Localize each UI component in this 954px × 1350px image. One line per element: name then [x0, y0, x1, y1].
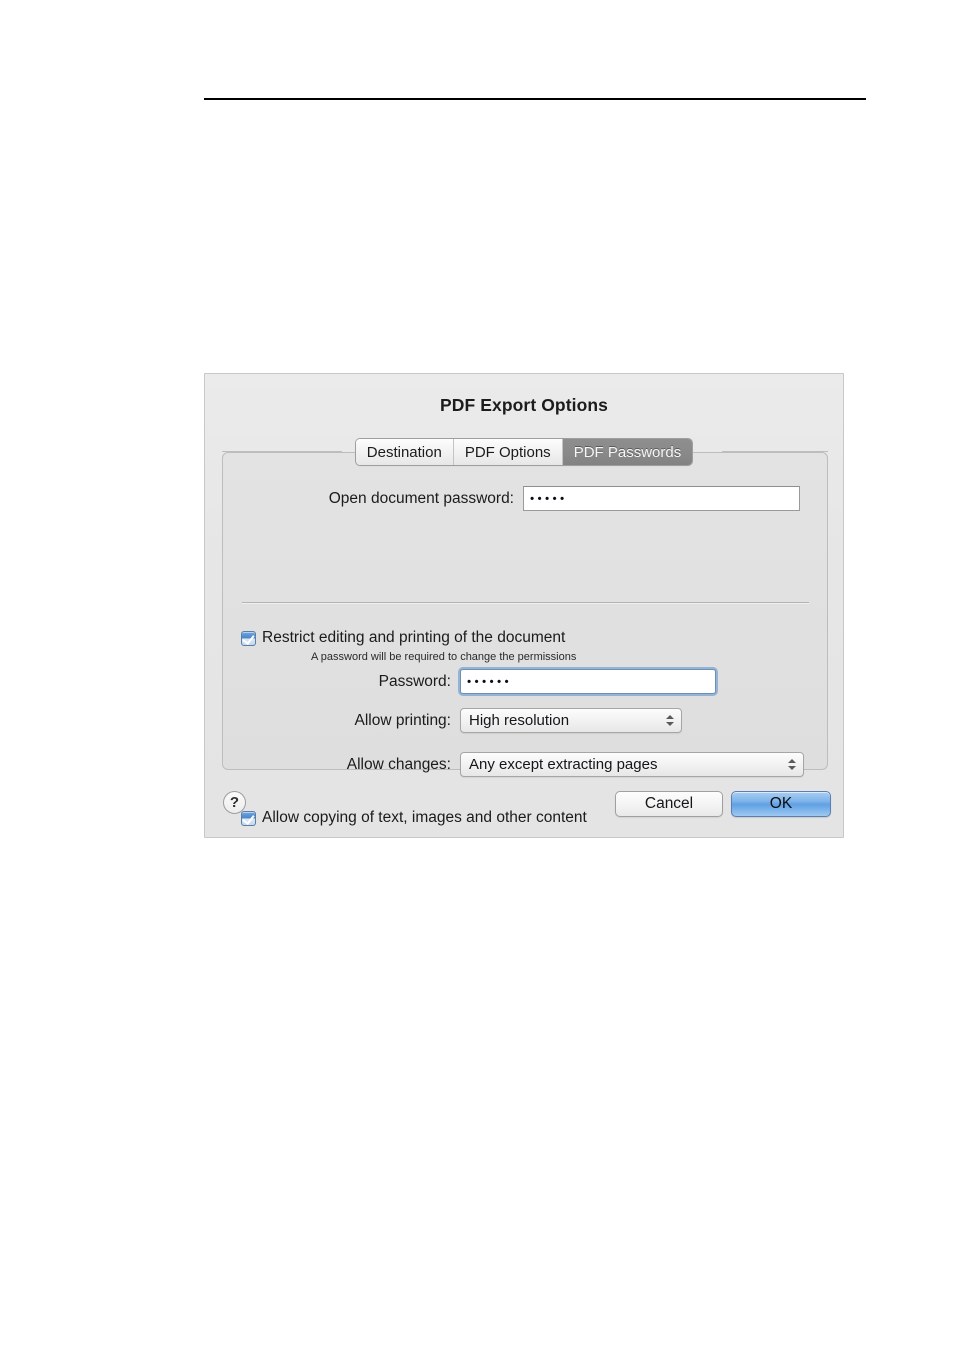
open-document-password-value: •••••	[530, 491, 568, 505]
section-separator	[242, 602, 809, 603]
pdf-export-options-dialog: PDF Export Options Destination PDF Optio…	[204, 373, 844, 838]
allow-changes-row: Allow changes: Any except extracting pag…	[223, 752, 811, 777]
cancel-button[interactable]: Cancel	[615, 791, 723, 817]
dialog-title: PDF Export Options	[439, 395, 609, 415]
allow-changes-select[interactable]: Any except extracting pages	[460, 752, 804, 777]
tab-pdf-options-label: PDF Options	[464, 443, 551, 461]
permissions-password-row: Password: ••••••	[223, 669, 723, 694]
question-mark-icon: ?	[229, 794, 240, 811]
open-document-password-label: Open document password:	[328, 489, 514, 507]
ok-button-label: OK	[769, 795, 793, 812]
restrict-editing-note: A password will be required to change th…	[311, 651, 577, 663]
tab-pdf-passwords[interactable]: PDF Passwords	[562, 439, 693, 465]
tab-pdf-passwords-label: PDF Passwords	[573, 443, 682, 461]
ok-button[interactable]: OK	[731, 791, 831, 817]
restrict-editing-label: Restrict editing and printing of the doc…	[262, 629, 566, 646]
tab-group: Destination PDF Options PDF Passwords	[355, 439, 693, 465]
allow-copying-checkbox[interactable]	[241, 810, 256, 826]
restrict-editing-checkbox-row[interactable]: Restrict editing and printing of the doc…	[241, 629, 565, 647]
permissions-password-input[interactable]: ••••••	[460, 669, 716, 694]
pdf-passwords-panel: Open document password: ••••• Restrict e…	[222, 452, 828, 826]
help-button[interactable]: ?	[223, 791, 246, 814]
page-header-rule	[204, 98, 866, 100]
tab-destination-label: Destination	[366, 443, 442, 461]
tab-pdf-options[interactable]: PDF Options	[453, 439, 563, 465]
cancel-button-label: Cancel	[644, 795, 694, 812]
allow-printing-value: High resolution	[469, 712, 570, 729]
stepper-arrows-icon	[665, 713, 674, 729]
tab-bar: Destination PDF Options PDF Passwords	[205, 439, 843, 465]
permissions-password-value: ••••••	[467, 674, 513, 688]
restrict-editing-checkbox[interactable]	[241, 630, 256, 646]
allow-changes-label: Allow changes:	[346, 755, 451, 773]
open-document-password-row: Open document password: •••••	[223, 486, 811, 511]
allow-copying-label: Allow copying of text, images and other …	[262, 809, 587, 826]
tab-destination[interactable]: Destination	[355, 439, 454, 465]
permissions-password-label: Password:	[378, 672, 451, 690]
allow-printing-row: Allow printing: High resolution	[223, 708, 723, 733]
allow-copying-checkbox-row[interactable]: Allow copying of text, images and other …	[241, 809, 587, 827]
allow-printing-select[interactable]: High resolution	[460, 708, 682, 733]
stepper-arrows-icon	[787, 757, 796, 773]
open-document-password-input[interactable]: •••••	[523, 486, 800, 511]
allow-changes-value: Any except extracting pages	[469, 756, 658, 773]
allow-printing-label: Allow printing:	[354, 711, 452, 729]
